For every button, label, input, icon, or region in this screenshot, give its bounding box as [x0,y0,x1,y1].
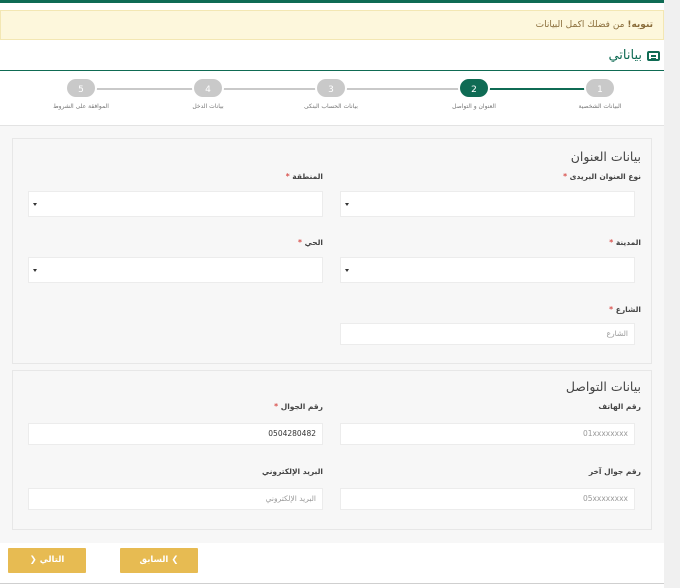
email-input[interactable]: البريد الإلكتروني [28,488,323,510]
id-card-icon [647,50,660,61]
other-mobile-label: رقم جوال آخر [588,467,641,476]
phone-label: رقم الهاتف [598,402,641,411]
street-input[interactable]: الشارع [340,323,635,345]
step-5-label: الموافقة على الشروط [53,103,109,110]
caret-down-icon [345,203,349,206]
previous-button[interactable]: ❯ السابق [120,548,198,573]
district-label: الحي * [298,238,323,247]
alert-strong: تنويه! [627,20,653,30]
page-title-text: بياناتي [608,48,642,63]
address-section-title: بيانات العنوان [570,149,641,164]
incomplete-data-alert: تنويه! من فضلك اكمل البيانات [0,10,664,40]
street-label: الشارع * [609,305,641,314]
step-4[interactable]: 4 [192,77,224,99]
step-1-label: البيانات الشخصية [578,103,622,110]
caret-down-icon [33,269,37,272]
page-scrollbar[interactable] [664,0,680,588]
bottom-divider [0,583,664,584]
other-mobile-input[interactable]: 05xxxxxxxx [340,488,635,510]
contact-section-title: بيانات التواصل [565,379,641,394]
mobile-input[interactable]: 0504280482 [28,423,323,445]
postal-type-label: نوع العنوان البريدى * [563,172,641,181]
step-4-label: بيانات الدخل [192,103,224,110]
region-label: المنطقة * [285,172,323,181]
title-divider [0,70,664,71]
top-accent-bar [0,0,680,3]
alert-text: من فضلك اكمل البيانات [535,20,628,30]
page-title: بياناتي [608,48,660,63]
contact-panel: بيانات التواصل رقم الهاتف رقم الجوال * 0… [12,370,652,530]
step-3-label: بيانات الحساب البنكى [304,103,358,110]
region-select[interactable] [28,191,323,217]
caret-down-icon [345,269,349,272]
step-2[interactable]: 2 [458,77,490,99]
caret-down-icon [33,203,37,206]
address-panel: بيانات العنوان نوع العنوان البريدى * الم… [12,138,652,364]
district-select[interactable] [28,257,323,283]
step-5[interactable]: 5 [65,77,97,99]
phone-input[interactable]: 01xxxxxxxx [340,423,635,445]
step-1[interactable]: 1 [584,77,616,99]
stepper-track [80,88,460,90]
next-button[interactable]: التالي ❮ [8,548,86,573]
chevron-right-icon: ❯ [171,555,179,565]
step-2-label: العنوان و التواصل [452,103,496,110]
city-label: المدينة * [609,238,641,247]
mobile-label: رقم الجوال * [274,402,323,411]
step-3[interactable]: 3 [315,77,347,99]
next-button-label: التالي [39,555,65,565]
postal-type-select[interactable] [340,191,635,217]
email-label: البريد الإلكتروني [262,467,323,476]
city-select[interactable] [340,257,635,283]
previous-button-label: السابق [139,555,169,565]
form-content: بيانات العنوان نوع العنوان البريدى * الم… [0,125,664,543]
chevron-left-icon: ❮ [29,555,37,565]
